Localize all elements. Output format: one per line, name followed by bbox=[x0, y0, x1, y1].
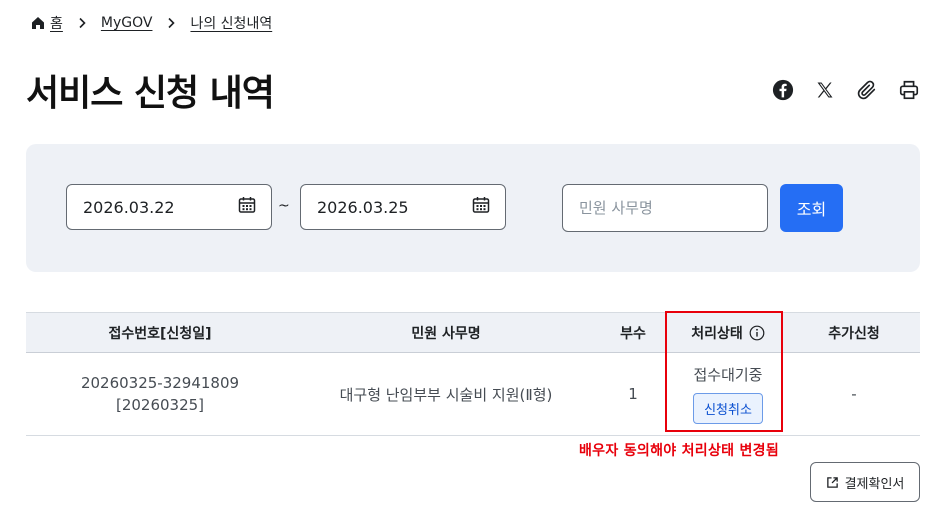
header-additional-application: 추가신청 bbox=[788, 312, 920, 353]
breadcrumb-mygov[interactable]: MyGOV bbox=[101, 15, 153, 31]
table-row: 20260325-32941809 [20260325] 대구형 난임부부 시술… bbox=[26, 352, 920, 436]
receipt-cell: 20260325-32941809 [20260325] bbox=[26, 352, 294, 436]
info-icon[interactable] bbox=[749, 325, 765, 341]
receipt-number: 20260325-32941809 bbox=[80, 374, 240, 392]
payment-confirmation-label: 결제확인서 bbox=[844, 476, 905, 492]
payment-confirmation-button[interactable]: 결제확인서 bbox=[810, 462, 920, 502]
application-table: 접수번호[신청일] 민원 사무명 부수 처리상태 추가신청 20260325-3… bbox=[26, 312, 920, 436]
header-receipt-number: 접수번호[신청일] bbox=[26, 312, 294, 353]
header-status-label: 처리상태 bbox=[691, 325, 743, 342]
share-toolbar bbox=[771, 78, 921, 102]
applied-date: [20260325] bbox=[115, 396, 205, 414]
chevron-right-icon bbox=[77, 17, 87, 29]
service-name-search-input[interactable] bbox=[562, 184, 768, 232]
breadcrumb: 홈 MyGOV 나의 신청내역 bbox=[30, 12, 272, 34]
facebook-icon[interactable] bbox=[771, 78, 795, 102]
header-copies: 부수 bbox=[598, 312, 668, 353]
end-date-value: 2026.03.25 bbox=[317, 197, 409, 217]
chevron-right-icon bbox=[166, 17, 176, 29]
paperclip-icon[interactable] bbox=[855, 78, 879, 102]
status-text: 접수대기중 bbox=[693, 366, 763, 384]
status-cell: 접수대기중 신청취소 bbox=[668, 352, 788, 436]
calendar-icon[interactable] bbox=[237, 195, 257, 219]
table-header-row: 접수번호[신청일] 민원 사무명 부수 처리상태 추가신청 bbox=[26, 312, 920, 353]
additional-application-cell: - bbox=[788, 352, 920, 436]
printer-icon[interactable] bbox=[897, 78, 921, 102]
start-date-value: 2026.03.22 bbox=[83, 197, 175, 217]
calendar-icon[interactable] bbox=[471, 195, 491, 219]
header-service-name: 민원 사무명 bbox=[294, 312, 598, 353]
x-icon[interactable] bbox=[813, 78, 837, 102]
breadcrumb-my-applications[interactable]: 나의 신청내역 bbox=[190, 13, 272, 33]
start-date-field[interactable]: 2026.03.22 bbox=[66, 184, 272, 230]
page-title: 서비스 신청 내역 bbox=[26, 73, 275, 114]
service-name-cell: 대구형 난임부부 시술비 지원(Ⅱ형) bbox=[294, 352, 598, 436]
copies-cell: 1 bbox=[598, 352, 668, 436]
cancel-application-button[interactable]: 신청취소 bbox=[693, 393, 763, 424]
end-date-field[interactable]: 2026.03.25 bbox=[300, 184, 506, 230]
home-icon bbox=[30, 15, 46, 31]
annotation-text: 배우자 동의해야 처리상태 변경됨 bbox=[579, 443, 780, 459]
external-link-icon bbox=[826, 476, 839, 489]
search-filter-panel: 2026.03.22 ~ 2026.03.25 조회 bbox=[26, 144, 920, 272]
breadcrumb-home-label: 홈 bbox=[50, 16, 63, 32]
date-range-separator: ~ bbox=[278, 198, 290, 214]
search-button[interactable]: 조회 bbox=[780, 184, 843, 232]
breadcrumb-home[interactable]: 홈 bbox=[30, 13, 63, 33]
header-status: 처리상태 bbox=[668, 312, 788, 353]
